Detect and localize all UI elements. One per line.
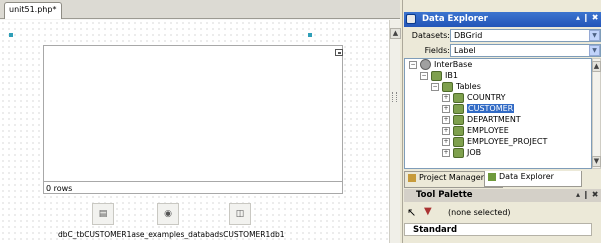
datasource-icon[interactable]: ◫ [229, 203, 251, 225]
data-explorer-titlebar: Data Explorer [404, 12, 601, 27]
tool-palette-titlebar: Tool Palette [404, 189, 601, 202]
expand-icon[interactable]: + [442, 148, 450, 157]
tree-node-label: IB1 [445, 71, 458, 80]
expand-icon[interactable]: + [442, 93, 450, 102]
chevron-down-icon[interactable]: ▼ [589, 30, 600, 41]
tool-palette-selection: (none selected) [448, 208, 511, 217]
expand-icon[interactable]: + [442, 126, 450, 135]
selection-handle[interactable] [9, 33, 13, 37]
database-icon [431, 70, 442, 81]
project-manager-icon [408, 174, 416, 182]
pointer-icon[interactable]: ↖ [407, 206, 416, 219]
datasets-label: Datasets: [411, 31, 450, 40]
tab-unit51[interactable]: unit51.php* [4, 2, 62, 19]
tree-node[interactable]: + DEPARTMENT [405, 114, 591, 125]
tree-node-list: − InterBase − IB1− Tables + COUNTRY + CUSTOMER + D… [405, 59, 591, 158]
dbgrid-component[interactable] [43, 45, 343, 182]
table-icon [453, 147, 464, 158]
tree-node[interactable]: + EMPLOYEE_PROJECT [405, 136, 591, 147]
table-icon [453, 136, 464, 147]
tree-node-label: InterBase [434, 60, 473, 69]
tree-node-label: Tables [456, 82, 481, 91]
scroll-up-button[interactable]: ▲ [592, 61, 601, 72]
tree-node[interactable]: − IB1 [405, 70, 591, 81]
selection-handle[interactable] [308, 33, 312, 37]
expand-icon[interactable]: + [442, 137, 450, 146]
splitter-grip[interactable] [392, 92, 397, 102]
collapse-icon[interactable]: − [420, 71, 428, 80]
tool-palette-title: Tool Palette [416, 190, 473, 200]
scroll-down-button[interactable]: ▼ [592, 156, 601, 167]
fields-label: Fields: [424, 46, 450, 55]
component-caption: dbC_tbCUSTOMER1ase_examples_databadsCUST… [58, 230, 285, 239]
tree-node-label: EMPLOYEE [467, 126, 509, 135]
expand-icon[interactable]: + [442, 104, 450, 113]
designer-vertical-scrollbar[interactable]: ▲ [389, 20, 401, 243]
tree-node[interactable]: + EMPLOYEE [405, 125, 591, 136]
folder-icon [442, 81, 453, 92]
panel-bottom-tabs: Project Manager Data Explorer [404, 171, 601, 188]
tree-node[interactable]: + CUSTOMER [405, 103, 591, 114]
tree-node-label: CUSTOMER [467, 104, 515, 113]
tree-node[interactable]: − Tables [405, 81, 591, 92]
tree-node-label: DEPARTMENT [467, 115, 521, 124]
tool-palette-window-controls[interactable]: ▴ ❙ ✖ [576, 190, 599, 199]
table-icon [453, 92, 464, 103]
table-icon [453, 114, 464, 125]
collapse-icon[interactable]: − [409, 60, 417, 69]
tree-vertical-scrollbar[interactable]: ▲ ▼ [592, 58, 601, 169]
tab-data-explorer[interactable]: Data Explorer [484, 171, 582, 187]
tree-node[interactable]: − InterBase [405, 59, 591, 70]
table-icon [453, 125, 464, 136]
tree-node[interactable]: + COUNTRY [405, 92, 591, 103]
db-grid-icon[interactable]: ▤ [92, 203, 114, 225]
expand-icon[interactable]: + [442, 115, 450, 124]
chevron-down-icon[interactable]: ▼ [589, 45, 600, 56]
data-explorer-icon [406, 14, 416, 24]
category-standard[interactable]: Standard [404, 223, 592, 236]
collapse-icon[interactable]: − [431, 82, 439, 91]
tree-node[interactable]: + JOB [405, 147, 591, 158]
fields-select[interactable]: Label [450, 44, 601, 57]
server-icon [420, 59, 431, 70]
data-explorer-icon [488, 173, 496, 181]
grid-options-icon[interactable] [335, 49, 343, 56]
data-explorer-window-controls[interactable]: ▴ ❙ ✖ [576, 13, 599, 22]
filter-icon[interactable]: ▼ [424, 206, 432, 217]
table-icon [453, 103, 464, 114]
tree-node-label: EMPLOYEE_PROJECT [467, 137, 548, 146]
tree-node-label: COUNTRY [467, 93, 506, 102]
datasets-select[interactable]: DBGrid [450, 29, 601, 42]
data-explorer-tree[interactable]: − InterBase − IB1− Tables + COUNTRY + CUSTOMER + D… [404, 58, 592, 169]
data-explorer-title: Data Explorer [422, 14, 488, 24]
grid-row-count: 0 rows [46, 184, 73, 193]
grid-status-bar [43, 182, 343, 194]
database-icon[interactable]: ◉ [157, 203, 179, 225]
tree-node-label: JOB [467, 148, 482, 157]
tab-label: unit51.php* [9, 5, 57, 14]
scroll-up-button[interactable]: ▲ [390, 28, 401, 39]
